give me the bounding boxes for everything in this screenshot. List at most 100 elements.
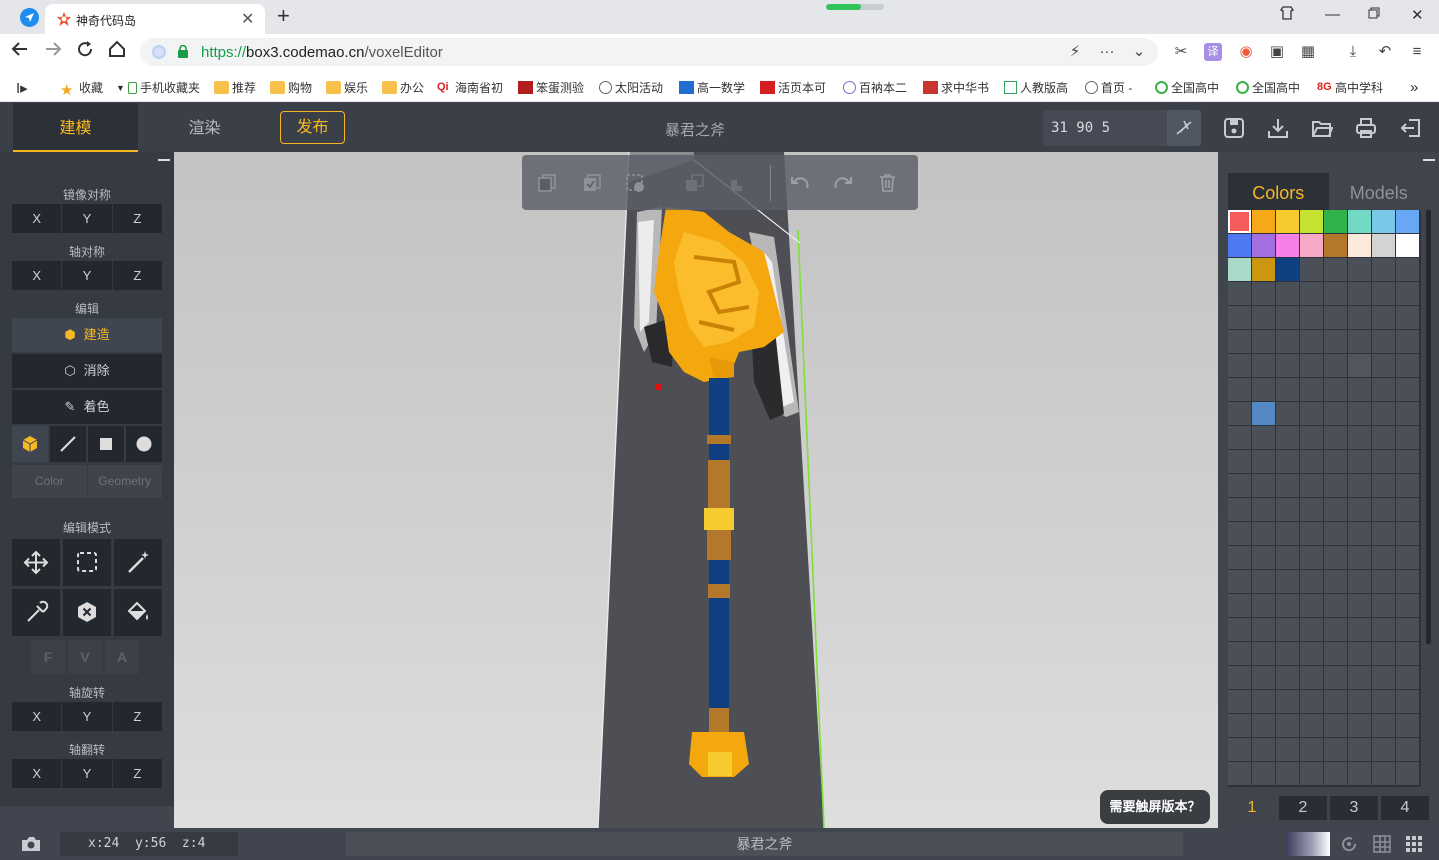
palette-swatch[interactable] [1276,258,1299,281]
palette-swatch[interactable] [1348,450,1371,473]
palette-swatch[interactable] [1276,522,1299,545]
palette-swatch[interactable] [1300,570,1323,593]
translate-icon[interactable]: 译 [1204,43,1222,61]
palette-swatch[interactable] [1252,474,1275,497]
palette-swatch[interactable] [1276,210,1299,233]
tab-models[interactable]: Models [1329,173,1430,211]
grid-toggle-icon[interactable] [1373,835,1391,853]
palette-swatch[interactable] [1396,714,1419,737]
palette-swatch[interactable] [1276,378,1299,401]
palette-swatch[interactable] [1348,498,1371,521]
palette-swatch[interactable] [1372,666,1395,689]
copy-icon[interactable] [538,174,557,192]
tab-colors[interactable]: Colors [1228,173,1329,211]
palette-swatch[interactable] [1396,330,1419,353]
rotate-y-button[interactable]: Y [62,702,112,731]
palette-swatch[interactable] [1228,402,1251,425]
palette-swatch[interactable] [1228,738,1251,761]
color-mode-button[interactable]: Color [12,465,87,498]
chevron-down-icon[interactable]: ⌄ [1130,43,1148,61]
palette-swatch[interactable] [1348,402,1371,425]
palette-swatch[interactable] [1276,498,1299,521]
bookmark-subjects[interactable]: 8G 高中学科 [1317,79,1387,96]
palette-swatch[interactable] [1348,474,1371,497]
mirror-x-button[interactable]: X [12,204,62,233]
palette-swatch[interactable] [1252,234,1275,257]
palette-swatch[interactable] [1276,330,1299,353]
palette-swatch[interactable] [1396,690,1419,713]
redo-icon[interactable] [834,174,853,192]
bookmark-recommend[interactable]: 推荐 [214,79,256,96]
palette-swatch[interactable] [1372,426,1395,449]
palette-swatch[interactable] [1276,570,1299,593]
palette-swatch[interactable] [1396,570,1419,593]
palette-swatch[interactable] [1372,522,1395,545]
palette-swatch[interactable] [1228,690,1251,713]
apps-icon[interactable]: ▦ [1299,43,1317,61]
palette-swatch[interactable] [1372,762,1395,785]
palette-swatch[interactable] [1228,618,1251,641]
palette-swatch[interactable] [1372,738,1395,761]
cube-shape-button[interactable] [12,426,48,462]
reader-icon[interactable]: ▣ [1268,43,1286,61]
palette-swatch[interactable] [1348,666,1371,689]
restore-icon[interactable] [1368,6,1380,23]
palette-swatch[interactable] [1228,306,1251,329]
palette-swatch[interactable] [1396,450,1419,473]
palette-swatch[interactable] [1372,306,1395,329]
bookmark-mobile[interactable]: 手机收藏夹 [128,79,200,96]
palette-swatch[interactable] [1276,690,1299,713]
palette-swatch[interactable] [1348,330,1371,353]
bookmark-math[interactable]: 高一数学 [679,79,749,96]
palette-swatch[interactable] [1252,354,1275,377]
palette-swatch[interactable] [1348,306,1371,329]
circle-shape-button[interactable] [126,426,162,462]
palette-swatch[interactable] [1300,690,1323,713]
bookmark-looseleaf[interactable]: 活页本可 [760,79,830,96]
palette-swatch[interactable] [1324,210,1347,233]
exit-icon[interactable] [1400,117,1422,139]
palette-swatch[interactable] [1324,738,1347,761]
palette-swatch[interactable] [1324,402,1347,425]
back-icon[interactable] [11,40,29,63]
reload-icon[interactable] [76,40,94,63]
palette-swatch[interactable] [1348,762,1371,785]
game-icon[interactable]: ◉ [1237,43,1255,61]
palette-swatch[interactable] [1372,570,1395,593]
palette-swatch[interactable] [1300,762,1323,785]
clear-selection-icon[interactable] [626,174,645,192]
palette-swatch[interactable] [1228,354,1251,377]
palette-swatch[interactable] [1276,474,1299,497]
palette-swatch[interactable] [1324,690,1347,713]
palette-swatch[interactable] [1228,546,1251,569]
palette-swatch[interactable] [1324,618,1347,641]
union-icon[interactable] [685,174,704,192]
palette-swatch[interactable] [1372,450,1395,473]
palette-swatch[interactable] [1252,570,1275,593]
palette-swatch[interactable] [1252,618,1275,641]
palette-swatch[interactable] [1324,714,1347,737]
palette-swatch[interactable] [1396,282,1419,305]
flip-z-button[interactable]: Z [112,759,162,788]
palette-swatch[interactable] [1252,450,1275,473]
browser-tab[interactable]: 神奇代码岛 ✕ [45,4,265,34]
palette-swatch[interactable] [1372,378,1395,401]
palette-swatch[interactable] [1252,378,1275,401]
palette-swatch[interactable] [1324,378,1347,401]
palette-swatch[interactable] [1324,642,1347,665]
palette-swatch[interactable] [1396,354,1419,377]
flip-x-button[interactable]: X [12,759,62,788]
bookmark-more[interactable]: » [1410,79,1418,96]
magic-wand-button[interactable] [114,539,162,586]
palette-swatch[interactable] [1324,498,1347,521]
palette-swatch[interactable] [1348,714,1371,737]
skin-icon[interactable] [1280,6,1294,24]
bookmark-baina[interactable]: 百衲本二 [843,79,913,96]
collapse-right-icon[interactable] [1423,159,1435,161]
palette-swatch[interactable] [1396,210,1419,233]
palette-swatch[interactable] [1324,282,1347,305]
bookmark-solar[interactable]: 太阳活动 [599,79,669,96]
palette-page-2[interactable]: 2 [1279,796,1327,820]
palette-swatch[interactable] [1348,426,1371,449]
palette-swatch[interactable] [1324,570,1347,593]
